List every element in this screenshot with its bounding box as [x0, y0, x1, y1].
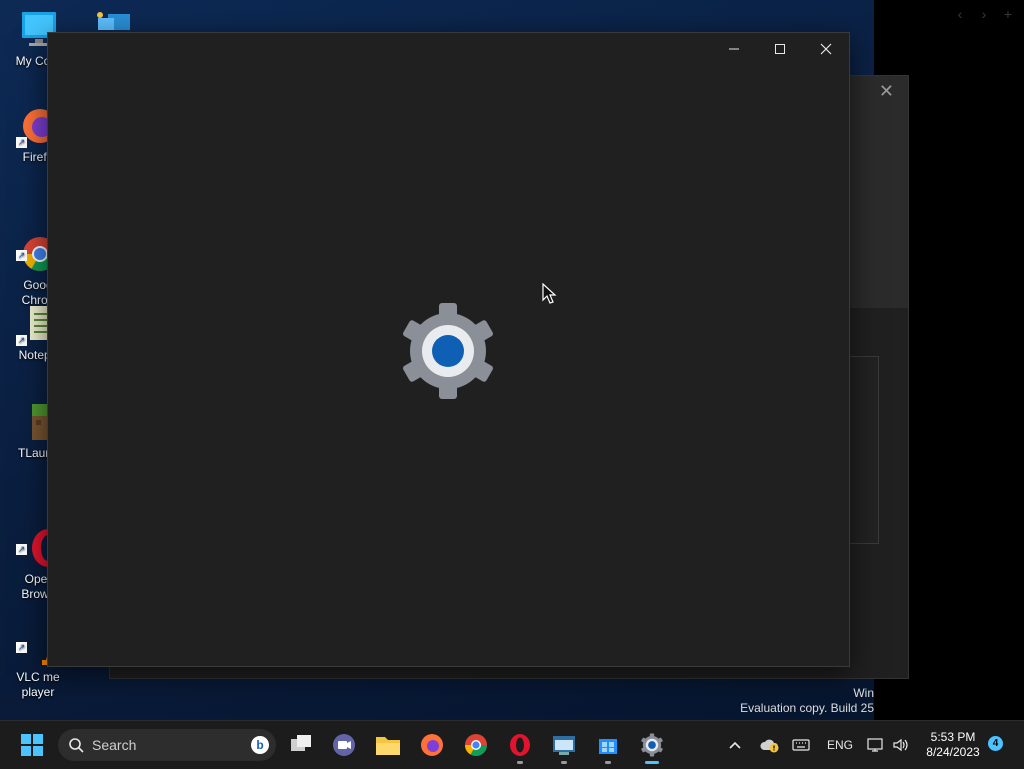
background-window-panel	[850, 108, 908, 308]
settings-window	[47, 32, 850, 667]
show-hidden-icons-button[interactable]	[728, 721, 742, 769]
forward-arrow-icon[interactable]: ›	[978, 6, 990, 22]
close-button[interactable]	[803, 33, 849, 65]
shortcut-arrow-icon: ↗	[16, 250, 27, 261]
shortcut-arrow-icon: ↗	[16, 642, 27, 653]
start-button[interactable]	[16, 729, 48, 761]
watermark-line-2: Evaluation copy. Build 25	[740, 701, 874, 715]
watermark-line-1: Win	[853, 686, 874, 700]
settings-gear-icon	[398, 301, 498, 401]
mouse-cursor-icon	[542, 283, 557, 304]
settings-gear-icon	[641, 733, 663, 757]
touch-keyboard-button[interactable]	[792, 721, 810, 769]
background-window-card	[850, 356, 879, 544]
evaluation-watermark: Win Evaluation copy. Build 25	[740, 686, 874, 716]
network-icon	[867, 738, 883, 752]
close-icon	[820, 43, 832, 55]
taskbar-store-button[interactable]	[592, 729, 624, 764]
taskbar-app-button[interactable]	[548, 729, 580, 764]
window-controls	[711, 33, 849, 65]
active-indicator	[645, 761, 659, 764]
store-icon	[599, 739, 617, 754]
network-tray-button[interactable]	[866, 721, 884, 769]
task-view-button[interactable]	[285, 729, 317, 761]
taskbar-opera-button[interactable]	[504, 729, 536, 764]
plus-icon[interactable]: +	[1002, 6, 1014, 22]
clock-date: 8/24/2023	[926, 745, 980, 759]
volume-tray-button[interactable]	[892, 721, 910, 769]
running-indicator	[517, 761, 523, 764]
app-window-icon	[553, 736, 575, 755]
search-icon	[69, 738, 84, 753]
back-arrow-icon[interactable]: ‹	[954, 6, 966, 22]
shortcut-arrow-icon: ↗	[16, 544, 27, 555]
firefox-icon	[421, 734, 443, 756]
cloud-warning-icon	[760, 739, 779, 753]
file-explorer-button[interactable]	[372, 729, 404, 761]
language-indicator[interactable]: ENG	[827, 721, 853, 769]
volume-icon	[893, 738, 908, 752]
maximize-icon	[775, 44, 785, 54]
system-clock[interactable]: 5:53 PM 8/24/2023	[916, 730, 990, 760]
taskbar-firefox-button[interactable]	[416, 729, 448, 761]
shortcut-arrow-icon: ↗	[16, 137, 27, 148]
folder-icon	[376, 737, 400, 755]
onedrive-tray-button[interactable]	[760, 721, 780, 769]
opera-icon	[510, 734, 530, 756]
chat-icon	[333, 734, 355, 756]
notification-badge[interactable]: 4	[988, 736, 1003, 751]
teams-chat-button[interactable]	[328, 729, 360, 761]
search-label: Search	[92, 737, 137, 753]
bing-icon[interactable]: b	[250, 735, 270, 755]
running-indicator	[605, 761, 611, 764]
close-icon[interactable]: ✕	[879, 81, 894, 102]
clock-time: 5:53 PM	[930, 730, 976, 744]
window-nav-arrows: ‹ › +	[954, 6, 1014, 22]
maximize-button[interactable]	[757, 33, 803, 65]
shortcut-arrow-icon: ↗	[16, 335, 27, 346]
taskbar-search-box[interactable]: Search b	[58, 729, 276, 761]
windows-logo-icon	[21, 734, 43, 756]
taskbar: Search b ENG 5:53 PM 8/24/2023	[0, 720, 1024, 769]
chevron-up-icon	[729, 741, 741, 749]
running-indicator	[561, 761, 567, 764]
keyboard-icon	[792, 739, 810, 751]
desktop-icon-label: VLC me player	[16, 670, 60, 699]
taskbar-chrome-button[interactable]	[460, 729, 492, 761]
svg-text:b: b	[256, 738, 263, 752]
taskbar-settings-button[interactable]	[636, 729, 668, 764]
chrome-icon	[465, 734, 487, 756]
task-view-icon	[291, 735, 311, 751]
minimize-icon	[729, 48, 739, 50]
minimize-button[interactable]	[711, 33, 757, 65]
